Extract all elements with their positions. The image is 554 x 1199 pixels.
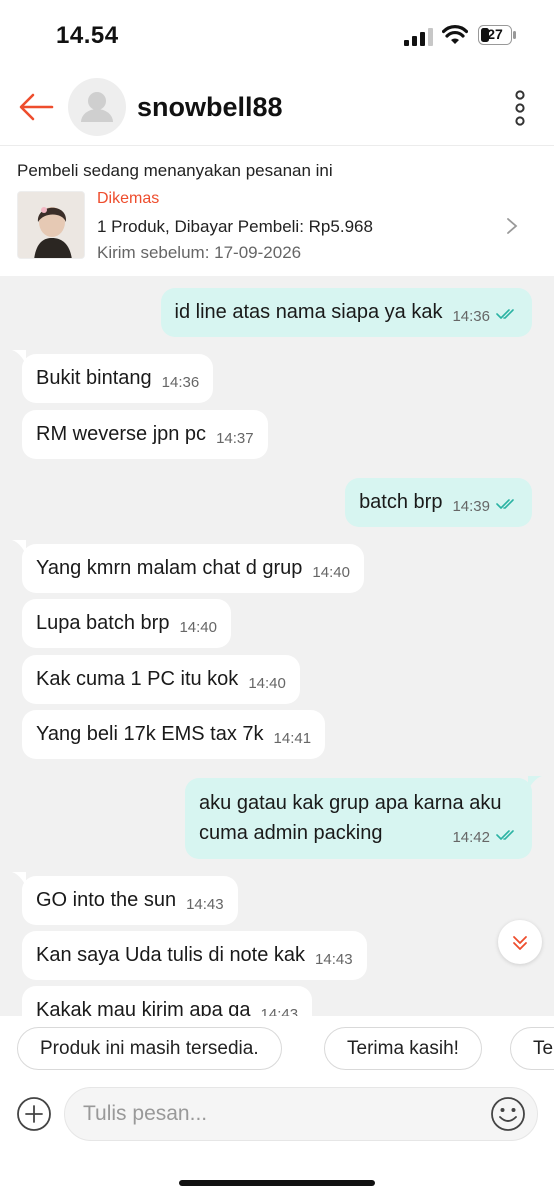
message-incoming[interactable]: Lupa batch brp 14:40 [22, 599, 231, 648]
order-deadline: Kirim sebelum: 17-09-2026 [97, 243, 302, 262]
message-time: 14:43 [260, 1006, 299, 1016]
message-outgoing[interactable]: id line atas nama siapa ya kak 14:36 [160, 288, 532, 337]
status-bar: 14.54 27 [0, 0, 554, 74]
battery-level: 27 [487, 26, 503, 42]
read-check-icon [496, 499, 514, 509]
message-time: 14:41 [273, 730, 312, 747]
order-summary: 1 Produk, Dibayar Pembeli: Rp5.968 [97, 217, 373, 236]
message-time: 14:36 [452, 308, 490, 325]
quick-reply-chip[interactable]: Produk ini masih tersedia. [17, 1027, 282, 1070]
scroll-to-bottom-button[interactable] [498, 920, 542, 964]
message-text: batch brp [359, 491, 443, 513]
message-input-bar: Tulis pesan... [0, 1084, 554, 1199]
message-text: Bukit bintang [36, 367, 152, 389]
message-input-placeholder: Tulis pesan... [83, 1102, 208, 1125]
wifi-icon [442, 25, 468, 44]
quick-reply-chip[interactable]: Te [510, 1027, 554, 1070]
message-input[interactable]: Tulis pesan... [64, 1087, 538, 1141]
message-incoming[interactable]: GO into the sun 14:43 [22, 876, 238, 925]
message-time: 14:43 [186, 896, 224, 913]
order-status: Dikemas [97, 190, 160, 207]
message-time: 14:37 [216, 430, 254, 447]
message-text: GO into the sun [36, 889, 177, 911]
message-time: 14:40 [248, 675, 286, 692]
message-incoming[interactable]: Kan saya Uda tulis di note kak 14:43 [22, 931, 367, 980]
message-text: id line atas nama siapa ya kak [174, 301, 443, 323]
more-vertical-icon[interactable] [510, 88, 530, 128]
message-incoming[interactable]: Bukit bintang 14:36 [22, 354, 214, 403]
read-check-icon [496, 830, 514, 840]
message-time: 14:40 [179, 619, 217, 636]
battery-icon: 27 [478, 25, 516, 45]
message-time: 14:42 [452, 829, 490, 846]
quick-replies: Produk ini masih tersedia. Terima kasih!… [0, 1016, 554, 1084]
back-arrow-icon[interactable] [18, 92, 54, 122]
cellular-signal-icon [404, 28, 433, 46]
message-outgoing[interactable]: batch brp 14:39 [345, 478, 532, 527]
double-chevron-down-icon [513, 936, 527, 950]
chevron-right-icon [507, 218, 518, 234]
chat-messages[interactable]: id line atas nama siapa ya kak 14:36 Buki… [0, 276, 554, 1016]
message-incoming[interactable]: Kak cuma 1 PC itu kok 14:40 [22, 655, 300, 704]
message-time: 14:43 [315, 951, 353, 968]
message-text: Kak cuma 1 PC itu kok [36, 668, 239, 690]
product-thumbnail [17, 191, 85, 259]
read-check-icon [496, 309, 514, 319]
message-text-line: cuma admin packing [199, 822, 383, 844]
quick-reply-chip[interactable]: Terima kasih! [324, 1027, 482, 1070]
avatar[interactable] [68, 78, 126, 136]
message-text: Lupa batch brp [36, 612, 170, 634]
emoji-icon[interactable] [490, 1096, 526, 1132]
order-notice: Pembeli sedang menanyakan pesanan ini [17, 161, 333, 180]
message-time: 14:36 [161, 374, 200, 391]
message-text: RM weverse jpn pc [36, 423, 207, 445]
message-time: 14:40 [312, 564, 350, 581]
message-text: Kakak mau kirim apa ga [36, 999, 251, 1016]
chat-username[interactable]: snowbell88 [137, 92, 283, 123]
chat-header: snowbell88 [0, 74, 554, 146]
plus-circle-icon[interactable] [16, 1096, 52, 1132]
order-card[interactable]: Pembeli sedang menanyakan pesanan ini Di… [0, 147, 554, 275]
message-text: Kan saya Uda tulis di note kak [36, 944, 306, 966]
message-incoming[interactable]: RM weverse jpn pc 14:37 [22, 410, 268, 459]
message-text: Yang kmrn malam chat d grup [36, 557, 303, 579]
message-text-line: aku gatau kak grup apa karna aku [199, 792, 502, 814]
message-incoming[interactable]: Kakak mau kirim apa ga 14:43 [22, 986, 313, 1016]
message-text: Yang beli 17k EMS tax 7k [36, 723, 264, 745]
message-incoming[interactable]: Yang beli 17k EMS tax 7k 14:41 [22, 710, 326, 759]
message-outgoing[interactable]: aku gatau kak grup apa karna aku cuma ad… [185, 778, 532, 859]
message-time: 14:39 [452, 498, 490, 515]
status-time: 14.54 [56, 22, 119, 49]
home-indicator [179, 1180, 375, 1186]
user-avatar-icon [81, 92, 113, 122]
message-incoming[interactable]: Yang kmrn malam chat d grup 14:40 [22, 544, 364, 593]
